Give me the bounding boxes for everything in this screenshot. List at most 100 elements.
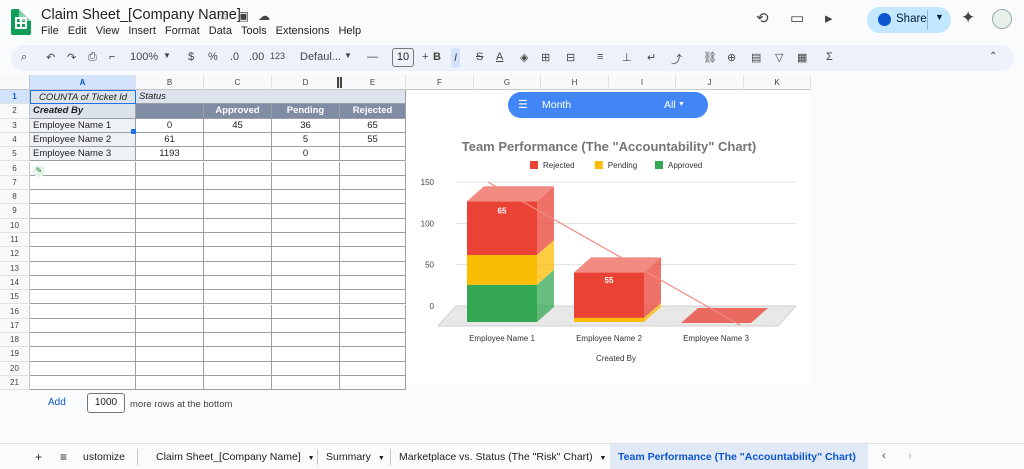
empty-cell[interactable] bbox=[30, 190, 136, 205]
insert-chart-icon[interactable]: ▤ bbox=[751, 51, 761, 64]
empty-cell[interactable] bbox=[272, 361, 340, 376]
row-header-5[interactable]: 5 bbox=[0, 147, 30, 162]
empty-cell[interactable] bbox=[204, 275, 272, 291]
empty-cell[interactable] bbox=[340, 261, 406, 276]
cloud-status-icon[interactable]: ☁ bbox=[258, 9, 270, 23]
empty-cell[interactable] bbox=[272, 290, 340, 305]
increase-font-size-icon[interactable]: + bbox=[422, 51, 428, 63]
value-cell[interactable]: 61 bbox=[136, 132, 204, 148]
approved-cell[interactable] bbox=[204, 132, 272, 148]
tab-marketplace-vs-status[interactable]: Marketplace vs. Status (The "Risk" Chart… bbox=[391, 444, 609, 469]
document-title[interactable]: Claim Sheet_[Company Name] bbox=[41, 7, 241, 23]
empty-cell[interactable] bbox=[340, 175, 406, 191]
all-sheets-icon[interactable]: ≡ bbox=[60, 450, 67, 464]
empty-cell[interactable] bbox=[204, 204, 272, 219]
avatar[interactable] bbox=[992, 9, 1012, 29]
empty-cell[interactable] bbox=[30, 218, 136, 233]
menu-file[interactable]: File bbox=[41, 25, 59, 37]
filter-views-icon[interactable]: ▦ bbox=[797, 51, 807, 64]
row-header-6[interactable]: 6 bbox=[0, 161, 30, 176]
empty-cell[interactable] bbox=[272, 175, 340, 191]
text-color-icon[interactable]: A bbox=[496, 51, 503, 63]
empty-cell[interactable] bbox=[136, 376, 204, 391]
font-dropdown-icon[interactable]: ▼ bbox=[344, 51, 352, 60]
row-header-3[interactable]: 3 bbox=[0, 118, 30, 133]
share-dropdown-icon[interactable]: ▼ bbox=[935, 12, 944, 22]
undo-icon[interactable]: ↶ bbox=[46, 51, 55, 64]
month-filter[interactable]: ☰ Month All ▼ bbox=[508, 92, 708, 118]
row-header-9[interactable]: 9 bbox=[0, 204, 30, 219]
text-wrap-icon[interactable]: ↵ bbox=[647, 51, 656, 64]
empty-cell[interactable] bbox=[272, 318, 340, 334]
empty-cell[interactable] bbox=[340, 204, 406, 219]
empty-cell[interactable] bbox=[136, 333, 204, 348]
tab-dropdown-icon[interactable]: ▼ bbox=[308, 455, 315, 462]
empty-cell[interactable] bbox=[136, 190, 204, 205]
row-header-10[interactable]: 10 bbox=[0, 218, 30, 233]
merge-cells-icon[interactable]: ⊟ bbox=[566, 51, 575, 64]
pivot-row-label[interactable]: Created By bbox=[30, 104, 136, 119]
column-resize-handle[interactable] bbox=[337, 77, 342, 88]
empty-cell[interactable] bbox=[340, 376, 406, 391]
row-header-20[interactable]: 20 bbox=[0, 361, 30, 376]
column-header-f[interactable]: F bbox=[406, 75, 474, 90]
empty-cell[interactable] bbox=[136, 318, 204, 334]
empty-cell[interactable] bbox=[340, 161, 406, 176]
decrease-font-size-icon[interactable]: — bbox=[367, 51, 378, 63]
pivot-column-label[interactable]: Status bbox=[136, 90, 406, 105]
menu-data[interactable]: Data bbox=[209, 25, 232, 37]
column-header-k[interactable]: K bbox=[744, 75, 811, 90]
menu-view[interactable]: View bbox=[96, 25, 120, 37]
empty-cell[interactable] bbox=[272, 304, 340, 319]
empty-cell[interactable] bbox=[340, 333, 406, 348]
vertical-align-icon[interactable]: ⊥ bbox=[622, 51, 632, 64]
approved-cell[interactable]: 45 bbox=[204, 118, 272, 133]
empty-cell[interactable] bbox=[340, 304, 406, 319]
insert-link-icon[interactable]: ⛓ bbox=[703, 51, 717, 64]
collapse-toolbar-icon[interactable]: ⌃ bbox=[989, 51, 997, 62]
borders-icon[interactable]: ⊞ bbox=[541, 51, 550, 64]
empty-cell[interactable] bbox=[204, 233, 272, 248]
pending-cell[interactable]: 0 bbox=[272, 147, 340, 162]
column-header-j[interactable]: J bbox=[676, 75, 744, 90]
empty-cell[interactable] bbox=[30, 318, 136, 334]
search-menus-icon[interactable]: ⌕ bbox=[21, 51, 27, 64]
empty-cell[interactable] bbox=[204, 190, 272, 205]
tab-claim-sheet[interactable]: Claim Sheet_[Company Name] ▼ bbox=[148, 444, 318, 469]
menu-tools[interactable]: Tools bbox=[241, 25, 267, 37]
add-sheet-icon[interactable]: + bbox=[35, 450, 42, 464]
number-format-button[interactable]: 123 bbox=[270, 51, 285, 61]
empty-cell[interactable] bbox=[30, 275, 136, 291]
empty-cell[interactable] bbox=[272, 261, 340, 276]
row-header-7[interactable]: 7 bbox=[0, 175, 30, 191]
rejected-cell[interactable]: 65 bbox=[340, 118, 406, 133]
row-header-15[interactable]: 15 bbox=[0, 290, 30, 305]
employee-name-cell[interactable]: Employee Name 1 bbox=[30, 118, 136, 133]
bold-button[interactable]: B bbox=[433, 51, 441, 63]
column-header-b[interactable]: B bbox=[136, 75, 204, 90]
row-header-11[interactable]: 11 bbox=[0, 233, 30, 248]
filter-icon[interactable]: ▽ bbox=[775, 51, 783, 64]
empty-cell[interactable] bbox=[340, 361, 406, 376]
empty-cell[interactable] bbox=[30, 376, 136, 391]
pivot-value-header[interactable]: COUNTA of Ticket Id bbox=[30, 90, 136, 105]
row-header-21[interactable]: 21 bbox=[0, 376, 30, 391]
empty-cell[interactable] bbox=[136, 204, 204, 219]
empty-cell[interactable] bbox=[30, 161, 136, 176]
chart-container[interactable]: Team Performance (The "Accountability" C… bbox=[408, 120, 811, 385]
status-header-rejected[interactable]: Rejected bbox=[340, 104, 406, 119]
tab-summary[interactable]: Summary ▼ bbox=[318, 444, 390, 469]
menu-insert[interactable]: Insert bbox=[128, 25, 156, 37]
empty-cell[interactable] bbox=[272, 190, 340, 205]
empty-cell[interactable] bbox=[340, 218, 406, 233]
column-header-d[interactable]: D bbox=[272, 75, 340, 90]
empty-cell[interactable] bbox=[136, 175, 204, 191]
empty-cell[interactable] bbox=[340, 247, 406, 262]
fill-color-icon[interactable]: ◈ bbox=[520, 51, 528, 64]
empty-cell[interactable] bbox=[340, 190, 406, 205]
scroll-tabs-left-icon[interactable]: ‹ bbox=[882, 450, 886, 462]
approved-cell[interactable] bbox=[204, 147, 272, 162]
empty-cell[interactable] bbox=[204, 175, 272, 191]
column-header-a[interactable]: A bbox=[30, 75, 136, 90]
functions-button[interactable]: Σ bbox=[826, 51, 833, 63]
